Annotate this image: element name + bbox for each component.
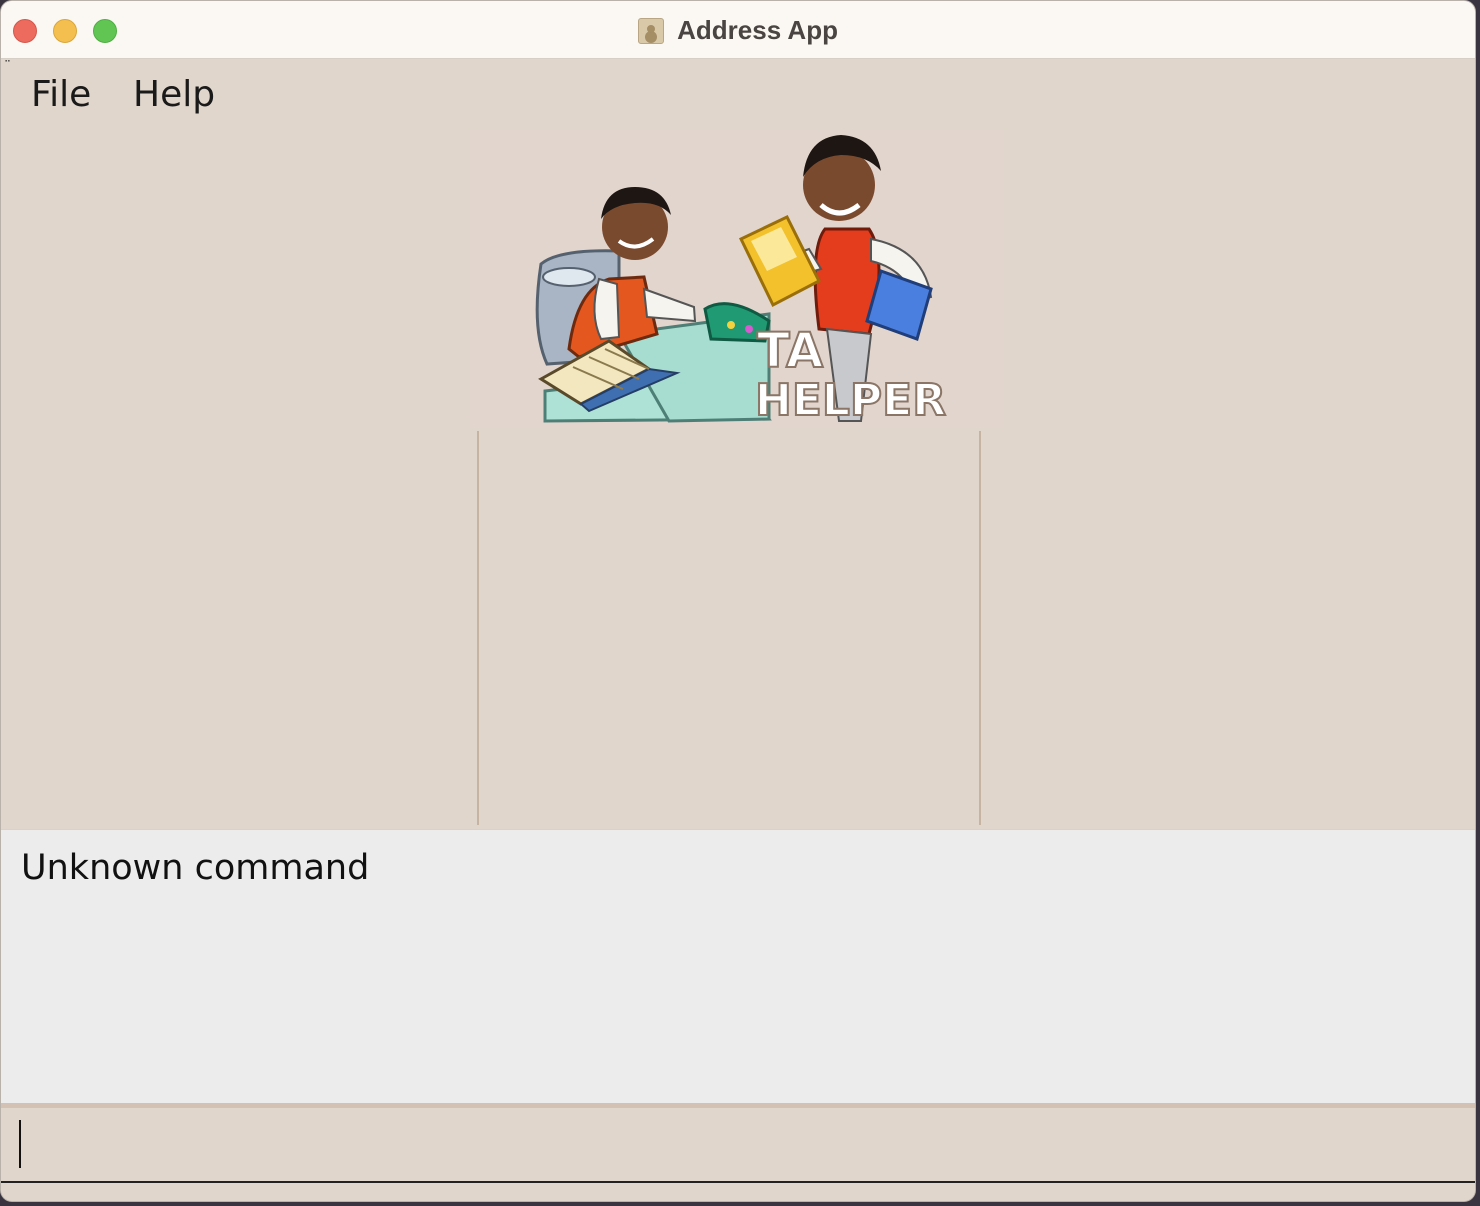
menu-bar: ¨ File Help: [1, 60, 1475, 130]
drag-handle: ¨: [4, 59, 11, 75]
logo-text-ta: TA: [757, 323, 823, 379]
ta-helper-logo: TA HELPER: [469, 129, 1003, 427]
result-message: Unknown command: [21, 848, 370, 888]
window-title: Address App: [1, 15, 1475, 45]
person-list-panel[interactable]: [477, 431, 981, 825]
file-menu[interactable]: File: [31, 74, 91, 115]
logo-text-helper: HELPER: [755, 375, 946, 426]
logo-illustration: TA HELPER: [535, 135, 947, 427]
result-display: Unknown command: [1, 829, 1475, 1103]
command-input[interactable]: [9, 1114, 1467, 1176]
app-window: Address App ¨ File Help TA HELPER Unknow…: [0, 0, 1476, 1202]
text-caret: [19, 1120, 21, 1168]
title-bar: Address App: [1, 1, 1475, 59]
address-book-icon: [638, 17, 665, 44]
command-box: [1, 1108, 1475, 1182]
status-strip: [1, 1183, 1475, 1201]
window-title-text: Address App: [677, 15, 838, 45]
help-menu[interactable]: Help: [133, 74, 215, 115]
